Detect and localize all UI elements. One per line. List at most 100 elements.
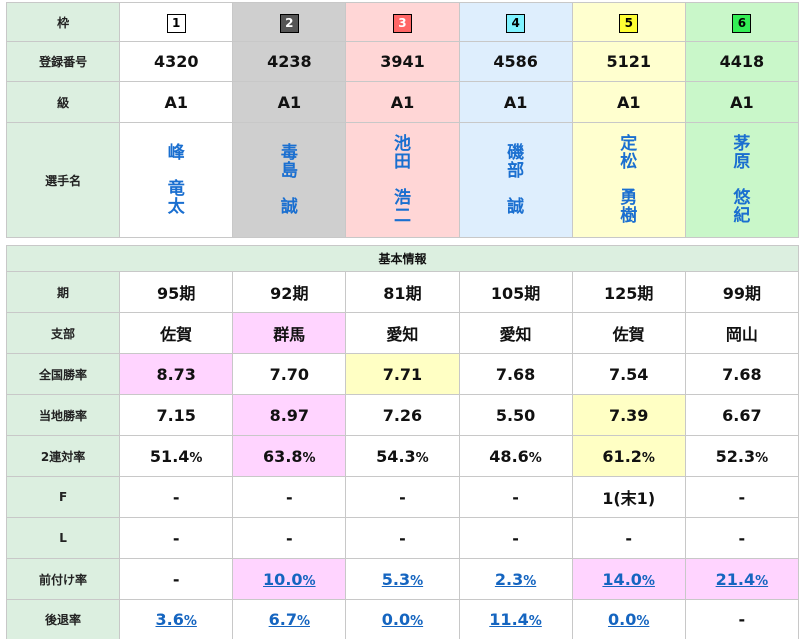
racer-name-char: 二: [393, 206, 411, 226]
mae-link[interactable]: 2.3%: [495, 570, 536, 589]
racer-name-link[interactable]: 磯部誠: [460, 144, 572, 216]
local-rate-value: 5.50: [458, 394, 573, 436]
reg-number: 4418: [684, 41, 800, 82]
period-value: 92期: [232, 271, 347, 313]
f-value: 1(末1): [571, 476, 686, 518]
f-row: F - - - - 1(末1) -: [5, 476, 800, 518]
reg-row: 登録番号 4320 4238 3941 4586 5121 4418: [5, 41, 800, 82]
two-rate-value: 51.4%: [119, 435, 234, 477]
racer-name-char: 部: [507, 161, 525, 181]
racer-name-char: 松: [620, 152, 638, 172]
racer-name-char: 茅: [733, 134, 751, 154]
mae-value[interactable]: 10.0%: [232, 558, 347, 600]
ato-link[interactable]: 11.4%: [489, 610, 542, 629]
racer-name-link[interactable]: 茅原悠紀: [686, 135, 798, 225]
period-value: 95期: [119, 271, 234, 313]
mae-value[interactable]: 21.4%: [684, 558, 800, 600]
two-rate-value: 61.2%: [571, 435, 686, 477]
branch-value: 佐賀: [119, 312, 234, 354]
waku-badge-3: 3: [392, 13, 412, 33]
racer-name-char: 太: [167, 197, 185, 217]
national-rate-value: 8.73: [119, 353, 234, 395]
local-rate-row: 当地勝率 7.15 8.97 7.26 5.50 7.39 6.67: [5, 394, 800, 436]
l-label: L: [5, 517, 121, 559]
racer-name-link[interactable]: 池田浩二: [346, 135, 458, 225]
ato-label: 後退率: [5, 599, 121, 639]
racer-name-char: 田: [393, 152, 411, 172]
l-value: -: [458, 517, 573, 559]
f-label: F: [5, 476, 121, 518]
ato-link[interactable]: 6.7%: [269, 610, 310, 629]
racer-name-cell[interactable]: 池田浩二: [345, 122, 460, 238]
period-value: 105期: [458, 271, 573, 313]
ato-value[interactable]: 3.6%: [119, 599, 234, 639]
class-value: A1: [345, 81, 460, 123]
waku-badge-1: 1: [166, 13, 186, 33]
national-rate-value: 7.68: [458, 353, 573, 395]
branch-value: 岡山: [684, 312, 800, 354]
mae-value[interactable]: 14.0%: [571, 558, 686, 600]
l-value: -: [232, 517, 347, 559]
mae-link[interactable]: 14.0%: [602, 570, 655, 589]
racer-name-link[interactable]: 峰竜太: [120, 144, 232, 216]
racer-name-char: 磯: [507, 143, 525, 163]
period-value: 125期: [571, 271, 686, 313]
racer-name-char: 毒: [280, 143, 298, 163]
racer-name-link[interactable]: 定松勇樹: [573, 135, 685, 225]
name-label: 選手名: [5, 122, 121, 238]
name-row: 選手名 峰竜太 毒島誠 池田浩二 磯部誠 定松勇樹 茅原悠紀: [5, 122, 800, 238]
racer-name-char: 浩: [393, 188, 411, 208]
local-rate-value: 7.26: [345, 394, 460, 436]
waku-badge-5: 5: [619, 13, 639, 33]
local-rate-value: 7.39: [571, 394, 686, 436]
branch-value: 愛知: [458, 312, 573, 354]
reg-number: 5121: [571, 41, 686, 82]
racer-name-char: 誠: [507, 197, 525, 217]
racer-name-char: 勇: [620, 188, 638, 208]
mae-label: 前付け率: [5, 558, 121, 600]
class-value: A1: [458, 81, 573, 123]
reg-number: 4320: [119, 41, 234, 82]
ato-link[interactable]: 0.0%: [382, 610, 423, 629]
ato-link[interactable]: 3.6%: [156, 610, 197, 629]
national-rate-value: 7.71: [345, 353, 460, 395]
racer-name-char: 悠: [733, 188, 751, 208]
mae-value[interactable]: 2.3%: [458, 558, 573, 600]
racer-name-cell[interactable]: 峰竜太: [119, 122, 234, 238]
racer-name-char: 竜: [167, 179, 185, 199]
ato-value[interactable]: 6.7%: [232, 599, 347, 639]
two-rate-value: 48.6%: [458, 435, 573, 477]
local-rate-value: 8.97: [232, 394, 347, 436]
local-rate-label: 当地勝率: [5, 394, 121, 436]
class-value: A1: [119, 81, 234, 123]
period-value: 81期: [345, 271, 460, 313]
mae-value[interactable]: 5.3%: [345, 558, 460, 600]
section-title: 基本情報: [6, 245, 799, 272]
ato-link[interactable]: 0.0%: [608, 610, 649, 629]
racer-name-link[interactable]: 毒島誠: [233, 144, 345, 216]
basic-info-table: 基本情報 期 95期 92期 81期 105期 125期 99期 支部 佐賀 群…: [5, 245, 800, 639]
l-value: -: [684, 517, 800, 559]
mae-link[interactable]: 5.3%: [382, 570, 423, 589]
reg-label: 登録番号: [5, 41, 121, 82]
racer-name-char: 島: [280, 161, 298, 181]
ato-value[interactable]: 0.0%: [345, 599, 460, 639]
f-value: -: [119, 476, 234, 518]
racer-name-char: 紀: [733, 206, 751, 226]
mae-row: 前付け率 - 10.0% 5.3% 2.3% 14.0% 21.4%: [5, 558, 800, 600]
racer-name-cell[interactable]: 定松勇樹: [571, 122, 686, 238]
ato-value[interactable]: 11.4%: [458, 599, 573, 639]
racer-name-cell[interactable]: 磯部誠: [458, 122, 573, 238]
racer-name-cell[interactable]: 毒島誠: [232, 122, 347, 238]
racer-header-table: 枠 1 2 3 4 5 6 登録番号 4320 4238 3941 4586 5…: [5, 2, 800, 238]
mae-link[interactable]: 10.0%: [263, 570, 316, 589]
mae-link[interactable]: 21.4%: [716, 570, 769, 589]
period-label: 期: [5, 271, 121, 313]
ato-value[interactable]: 0.0%: [571, 599, 686, 639]
branch-value: 佐賀: [571, 312, 686, 354]
f-value: -: [232, 476, 347, 518]
racer-name-char: 誠: [280, 197, 298, 217]
racer-name-char: 峰: [167, 143, 185, 163]
l-value: -: [119, 517, 234, 559]
racer-name-cell[interactable]: 茅原悠紀: [684, 122, 800, 238]
